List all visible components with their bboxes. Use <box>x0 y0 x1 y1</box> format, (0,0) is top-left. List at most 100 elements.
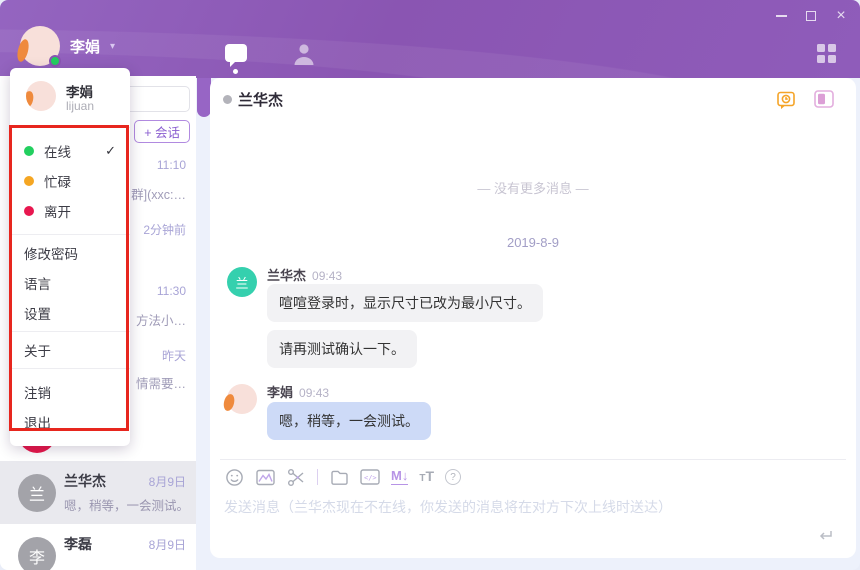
status-label: 忙碌 <box>44 171 71 191</box>
avatar: 李 <box>18 537 56 570</box>
emoji-button[interactable] <box>224 467 244 487</box>
chat-item-name: 兰华杰 <box>64 471 106 491</box>
message-sender: 李娟 <box>267 385 293 400</box>
menu-item-about[interactable]: 关于 <box>10 335 130 365</box>
current-user-avatar <box>20 26 60 66</box>
chat-list-item-lanhuajie[interactable]: 兰 兰华杰 8月9日 嗯，稍等，一会测试。 <box>0 461 196 524</box>
menu-item-settings[interactable]: 设置 <box>10 298 130 328</box>
close-button[interactable]: × <box>830 6 852 26</box>
status-option-busy[interactable]: 忙碌 <box>10 166 130 196</box>
date-divider: 2019-8-9 <box>210 235 856 250</box>
chat-item-preview: 嗯，稍等，一会测试。 <box>64 495 189 514</box>
chat-item-time: 11:30 <box>157 284 186 298</box>
text-format-button[interactable]: TT <box>419 468 434 486</box>
minimize-button[interactable] <box>770 6 792 26</box>
composer-divider <box>220 459 846 460</box>
chats-tab-icon[interactable] <box>224 42 250 68</box>
menu-divider <box>10 368 130 369</box>
menu-item-exit[interactable]: 退出 <box>10 407 130 437</box>
status-option-online[interactable]: 在线 ✓ <box>10 136 130 166</box>
image-icon <box>256 469 275 486</box>
avatar-lijuan[interactable] <box>227 384 257 414</box>
toolbar-divider <box>317 469 318 485</box>
status-label: 离开 <box>44 201 71 221</box>
online-status-dot <box>49 55 61 67</box>
chat-item-time: 8月9日 <box>149 536 186 553</box>
no-more-messages-label: — 没有更多消息 — <box>210 178 856 197</box>
chat-title: 兰华杰 <box>238 89 283 110</box>
main-nav <box>224 42 318 68</box>
message-time: 09:43 <box>312 269 342 283</box>
maximize-icon <box>806 11 816 21</box>
titlebar: 李娟 ▾ × <box>0 0 860 78</box>
status-option-away[interactable]: 离开 <box>10 196 130 226</box>
menu-divider <box>10 331 130 332</box>
return-arrow-icon <box>816 528 834 544</box>
sidebar-scrollbar-thumb[interactable] <box>197 78 211 117</box>
message-history-button[interactable] <box>776 90 798 112</box>
image-button[interactable] <box>255 467 275 487</box>
dropdown-user-name: 李娟 <box>66 81 93 101</box>
apps-grid-icon[interactable] <box>817 44 836 63</box>
chat-item-name: 李磊 <box>64 534 92 554</box>
code-button[interactable]: </> <box>360 467 380 487</box>
menu-item-language[interactable]: 语言 <box>10 268 130 298</box>
send-file-button[interactable] <box>329 467 349 487</box>
person-icon <box>292 42 316 66</box>
chat-bubble-icon <box>224 42 250 68</box>
online-dot-icon <box>24 146 34 156</box>
enter-key-icon[interactable] <box>816 528 834 549</box>
dropdown-user-info: 李娟 lijuan <box>10 68 130 124</box>
current-user-menu-button[interactable]: 李娟 ▾ <box>20 26 115 66</box>
avatar-lanhuajie[interactable]: 兰 <box>227 267 257 297</box>
composer-toolbar: </> M↓ TT ? <box>224 467 461 487</box>
chevron-down-icon: ▾ <box>110 41 115 52</box>
message-sender: 兰华杰 <box>267 268 306 283</box>
avatar-char: 李 <box>29 544 45 568</box>
scissors-icon <box>287 468 306 487</box>
toggle-sidebar-button[interactable] <box>814 90 836 112</box>
minimize-icon <box>776 15 787 17</box>
message-header: 兰华杰 09:43 <box>267 265 342 284</box>
screenshot-button[interactable] <box>286 467 306 487</box>
menu-item-logout[interactable]: 注销 <box>10 377 130 407</box>
active-tab-indicator <box>233 69 238 74</box>
grid-square <box>817 55 825 63</box>
window-controls: × <box>770 6 852 26</box>
history-clock-icon <box>776 90 798 112</box>
contacts-tab-icon[interactable] <box>292 42 318 68</box>
message-time: 09:43 <box>299 386 329 400</box>
menu-item-change-password[interactable]: 修改密码 <box>10 238 130 268</box>
message-bubble: 喧喧登录时，显示尺寸已改为最小尺寸。 <box>267 284 543 322</box>
chat-item-preview: 方法小… <box>136 310 186 329</box>
chat-panel: 兰华杰 — 没有更多消息 — 2019-8-9 兰 <box>210 78 856 558</box>
away-dot-icon <box>24 206 34 216</box>
menu-divider <box>10 127 130 128</box>
message-input[interactable]: 发送消息（兰华杰现在不在线，你发送的消息将在对方下次上线时送达） <box>224 497 672 517</box>
panel-toggle-icon <box>814 90 835 109</box>
help-button[interactable]: ? <box>445 469 461 485</box>
current-user-name: 李娟 <box>70 36 100 57</box>
avatar: 兰 <box>18 474 56 512</box>
status-label: 在线 <box>44 141 71 161</box>
svg-text:</>: </> <box>364 474 377 482</box>
chat-header-actions <box>776 90 836 112</box>
chat-item-preview: 群](xxc:… <box>131 184 186 203</box>
message-bubble: 请再测试确认一下。 <box>267 330 417 368</box>
chat-item-time: 昨天 <box>162 347 186 364</box>
markdown-button[interactable]: M↓ <box>391 469 408 484</box>
chat-item-time: 8月9日 <box>149 473 186 490</box>
dropdown-user-avatar <box>26 81 56 111</box>
new-chat-button[interactable]: + 会话 <box>134 120 190 143</box>
menu-divider <box>10 234 130 235</box>
maximize-button[interactable] <box>800 6 822 26</box>
dropdown-user-username: lijuan <box>66 99 94 113</box>
avatar-char: 兰 <box>29 481 45 505</box>
user-dropdown-menu: 李娟 lijuan 在线 ✓ 忙碌 离开 修改密码 语言 设置 关于 注销 退出 <box>10 68 130 446</box>
big-t: T <box>425 468 434 484</box>
chat-list-item-lilei[interactable]: 李 李磊 8月9日 <box>0 524 196 570</box>
grid-square <box>828 55 836 63</box>
chat-item-time: 11:10 <box>157 158 186 172</box>
offline-status-dot <box>223 95 232 104</box>
message-header: 李娟 09:43 <box>267 382 329 401</box>
